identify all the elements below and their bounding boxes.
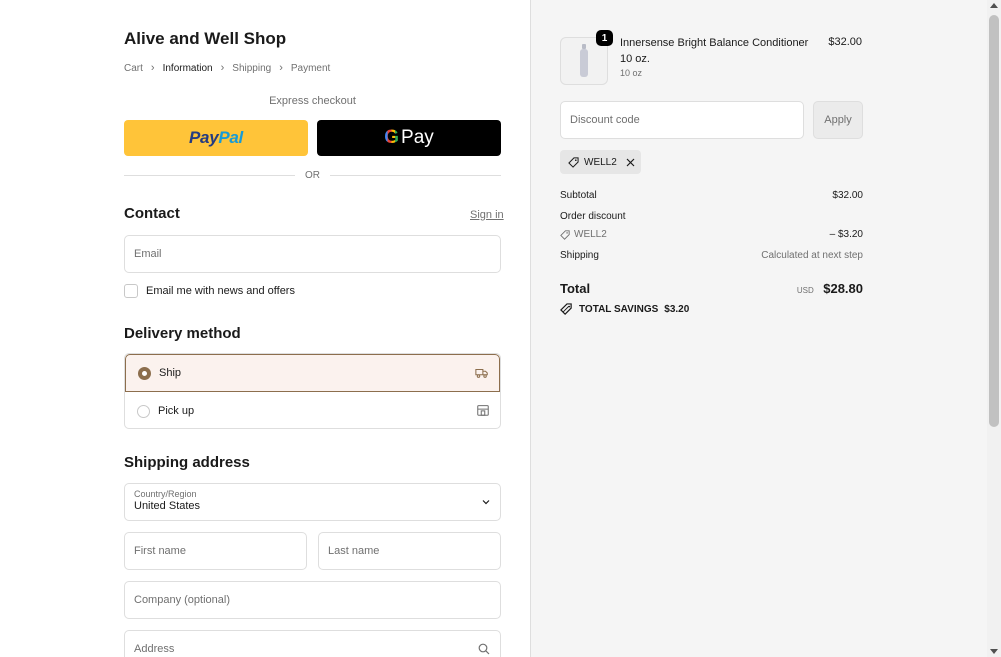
subtotal-label: Subtotal <box>560 190 597 201</box>
chevron-down-icon <box>482 500 490 505</box>
bottle-icon <box>580 44 588 77</box>
product-price: $32.00 <box>828 36 862 48</box>
express-checkout-label: Express checkout <box>269 95 356 107</box>
applied-discount-chip: WELL2 <box>560 150 641 174</box>
discount-value: – $3.20 <box>829 229 863 240</box>
subtotal-row: Subtotal $32.00 <box>560 190 863 201</box>
pickup-label: Pick up <box>158 405 195 417</box>
close-icon <box>626 158 635 166</box>
breadcrumb: Cart › Information › Shipping › Payment <box>124 62 330 74</box>
total-label: Total <box>560 281 591 296</box>
sign-in-link[interactable]: Sign in <box>470 209 504 221</box>
chevron-right-icon: › <box>279 62 283 74</box>
total-currency: USD <box>796 286 814 295</box>
google-pay-button[interactable]: G Pay <box>317 120 501 156</box>
tag-icon <box>560 229 570 240</box>
order-discount-row: Order discount <box>560 211 863 222</box>
product-name: Innersense Bright Balance Conditioner 10… <box>620 37 809 65</box>
remove-discount-button[interactable] <box>626 158 635 167</box>
country-value: United States <box>134 500 201 512</box>
shipping-value: Calculated at next step <box>761 250 863 261</box>
or-divider: OR <box>124 170 501 181</box>
delivery-method-group: Ship Pick up <box>124 353 501 429</box>
ship-radio[interactable] <box>138 366 151 380</box>
discount-code-detail: WELL2 <box>560 229 607 240</box>
order-discount-label: Order discount <box>560 211 626 222</box>
email-input[interactable] <box>134 236 500 272</box>
address-field[interactable] <box>124 630 501 657</box>
savings-label: TOTAL SAVINGS <box>579 304 659 315</box>
delivery-option-ship[interactable]: Ship <box>125 354 500 392</box>
savings-value: $3.20 <box>664 304 690 315</box>
newsletter-checkbox[interactable] <box>124 284 138 298</box>
company-field[interactable] <box>124 581 501 619</box>
total-savings-row: TOTAL SAVINGS $3.20 <box>560 303 689 316</box>
discount-code-field[interactable] <box>560 101 804 139</box>
newsletter-label: Email me with news and offers <box>146 285 295 297</box>
truck-icon <box>475 368 488 378</box>
newsletter-option[interactable]: Email me with news and offers <box>124 284 295 298</box>
address-input[interactable] <box>134 631 500 657</box>
google-pay-logo: G Pay <box>384 127 434 148</box>
applied-code-label: WELL2 <box>584 156 617 168</box>
breadcrumb-cart[interactable]: Cart <box>124 63 143 74</box>
tag-icon <box>568 156 579 168</box>
checkout-main: Alive and Well Shop Cart › Information ›… <box>0 0 530 657</box>
shop-title[interactable]: Alive and Well Shop <box>124 29 286 49</box>
scrollbar-thumb[interactable] <box>989 15 999 427</box>
total-row: Total USD $28.80 <box>560 280 863 298</box>
shipping-address-heading: Shipping address <box>124 454 250 471</box>
tags-icon <box>560 303 572 315</box>
country-select[interactable]: Country/Region United States <box>124 483 501 521</box>
paypal-logo: PayPal <box>189 128 243 147</box>
ship-label: Ship <box>159 367 182 379</box>
breadcrumb-shipping: Shipping <box>232 62 272 74</box>
subtotal-value: $32.00 <box>832 190 863 201</box>
pickup-radio[interactable] <box>137 404 150 418</box>
paypal-button[interactable]: PayPal <box>124 120 308 156</box>
first-name-input[interactable] <box>134 533 306 569</box>
product-variant: 10 oz <box>620 68 643 78</box>
google-g-icon: G <box>384 127 400 148</box>
order-summary: 1 Innersense Bright Balance Conditioner … <box>530 0 987 657</box>
contact-heading: Contact <box>124 205 180 222</box>
scroll-up-icon[interactable] <box>990 3 998 8</box>
delivery-method-heading: Delivery method <box>124 325 241 342</box>
search-icon <box>478 643 490 655</box>
breadcrumb-payment: Payment <box>290 62 331 74</box>
last-name-field[interactable] <box>318 532 501 570</box>
chevron-right-icon: › <box>220 62 225 74</box>
country-label: Country/Region <box>134 489 197 499</box>
page-scrollbar[interactable] <box>987 0 1001 657</box>
total-amount: $28.80 <box>823 281 863 296</box>
store-icon <box>477 405 489 416</box>
shipping-row: Shipping Calculated at next step <box>560 250 863 261</box>
apply-button[interactable]: Apply <box>813 101 863 139</box>
discount-detail-row: WELL2 – $3.20 <box>560 229 863 240</box>
last-name-input[interactable] <box>328 533 500 569</box>
chevron-right-icon: › <box>150 62 155 74</box>
shipping-label: Shipping <box>560 250 599 261</box>
company-input[interactable] <box>134 582 500 618</box>
discount-code-input[interactable] <box>570 114 803 126</box>
quantity-badge: 1 <box>596 30 613 46</box>
first-name-field[interactable] <box>124 532 307 570</box>
delivery-option-pickup[interactable]: Pick up <box>125 392 500 428</box>
email-field[interactable] <box>124 235 501 273</box>
breadcrumb-information: Information <box>162 62 213 74</box>
scroll-down-icon[interactable] <box>990 649 998 654</box>
